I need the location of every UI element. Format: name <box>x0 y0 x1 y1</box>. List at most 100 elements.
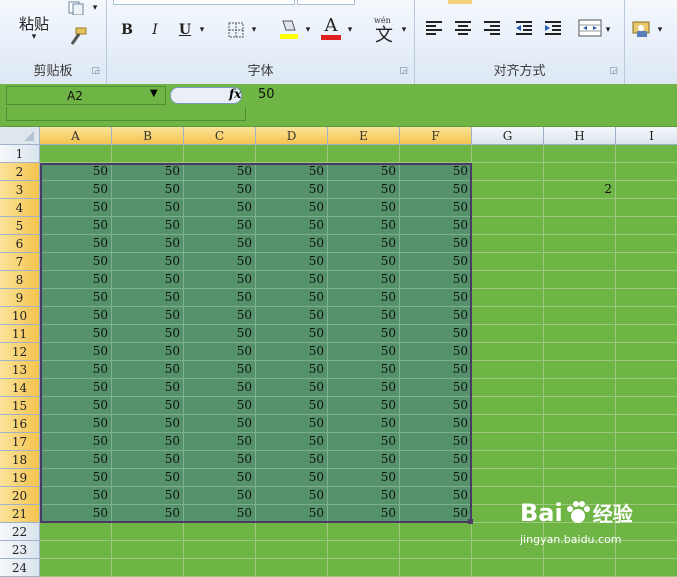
formula-input[interactable]: 50 <box>258 87 275 102</box>
cell-a21[interactable]: 50 <box>40 505 112 523</box>
phonetic-dropdown-icon[interactable]: ▾ <box>399 22 409 38</box>
row-header-20[interactable]: 20 <box>0 487 40 505</box>
cell-a17[interactable]: 50 <box>40 433 112 451</box>
cell-a9[interactable]: 50 <box>40 289 112 307</box>
row-header-16[interactable]: 16 <box>0 415 40 433</box>
cell-h13[interactable] <box>544 361 616 379</box>
decrease-indent-icon[interactable] <box>513 18 535 38</box>
cell-e12[interactable]: 50 <box>328 343 400 361</box>
row-header-2[interactable]: 2 <box>0 163 40 181</box>
column-header-g[interactable]: G <box>472 127 544 145</box>
cell-b17[interactable]: 50 <box>112 433 184 451</box>
number-format-dropdown-icon[interactable]: ▾ <box>655 22 665 38</box>
cell-b24[interactable] <box>112 559 184 577</box>
cell-f19[interactable]: 50 <box>400 469 472 487</box>
cell-f4[interactable]: 50 <box>400 199 472 217</box>
align-center-icon[interactable] <box>452 18 474 38</box>
cell-c22[interactable] <box>184 523 256 541</box>
cell-a20[interactable]: 50 <box>40 487 112 505</box>
italic-button[interactable]: I <box>145 20 165 40</box>
cell-g8[interactable] <box>472 271 544 289</box>
cell-d16[interactable]: 50 <box>256 415 328 433</box>
cell-c2[interactable]: 50 <box>184 163 256 181</box>
column-header-b[interactable]: B <box>112 127 184 145</box>
cell-b21[interactable]: 50 <box>112 505 184 523</box>
cell-e7[interactable]: 50 <box>328 253 400 271</box>
cell-a10[interactable]: 50 <box>40 307 112 325</box>
align-left-icon[interactable] <box>423 18 445 38</box>
cell-f2[interactable]: 50 <box>400 163 472 181</box>
cell-e3[interactable]: 50 <box>328 181 400 199</box>
cell-d6[interactable]: 50 <box>256 235 328 253</box>
cell-b2[interactable]: 50 <box>112 163 184 181</box>
cell-c14[interactable]: 50 <box>184 379 256 397</box>
cell-e6[interactable]: 50 <box>328 235 400 253</box>
cell-c8[interactable]: 50 <box>184 271 256 289</box>
cell-e16[interactable]: 50 <box>328 415 400 433</box>
cell-b23[interactable] <box>112 541 184 559</box>
row-header-12[interactable]: 12 <box>0 343 40 361</box>
cell-i12[interactable] <box>616 343 677 361</box>
cell-g18[interactable] <box>472 451 544 469</box>
cell-c20[interactable]: 50 <box>184 487 256 505</box>
cell-i8[interactable] <box>616 271 677 289</box>
cell-e10[interactable]: 50 <box>328 307 400 325</box>
cell-h17[interactable] <box>544 433 616 451</box>
cell-h18[interactable] <box>544 451 616 469</box>
cell-i2[interactable] <box>616 163 677 181</box>
cell-c13[interactable]: 50 <box>184 361 256 379</box>
cell-b3[interactable]: 50 <box>112 181 184 199</box>
cell-a18[interactable]: 50 <box>40 451 112 469</box>
cell-f6[interactable]: 50 <box>400 235 472 253</box>
cell-a7[interactable]: 50 <box>40 253 112 271</box>
cell-d22[interactable] <box>256 523 328 541</box>
cell-f17[interactable]: 50 <box>400 433 472 451</box>
cell-b10[interactable]: 50 <box>112 307 184 325</box>
cell-g6[interactable] <box>472 235 544 253</box>
cell-e17[interactable]: 50 <box>328 433 400 451</box>
column-header-i[interactable]: I <box>616 127 677 145</box>
cell-c21[interactable]: 50 <box>184 505 256 523</box>
row-header-3[interactable]: 3 <box>0 181 40 199</box>
cell-g4[interactable] <box>472 199 544 217</box>
cell-c7[interactable]: 50 <box>184 253 256 271</box>
cell-a3[interactable]: 50 <box>40 181 112 199</box>
cell-d5[interactable]: 50 <box>256 217 328 235</box>
cell-h2[interactable] <box>544 163 616 181</box>
cell-b7[interactable]: 50 <box>112 253 184 271</box>
cell-f12[interactable]: 50 <box>400 343 472 361</box>
row-header-24[interactable]: 24 <box>0 559 40 577</box>
cell-e22[interactable] <box>328 523 400 541</box>
cell-e4[interactable]: 50 <box>328 199 400 217</box>
row-header-7[interactable]: 7 <box>0 253 40 271</box>
cell-b15[interactable]: 50 <box>112 397 184 415</box>
cell-b20[interactable]: 50 <box>112 487 184 505</box>
cell-a19[interactable]: 50 <box>40 469 112 487</box>
cell-h24[interactable] <box>544 559 616 577</box>
cell-f3[interactable]: 50 <box>400 181 472 199</box>
cell-a5[interactable]: 50 <box>40 217 112 235</box>
cell-e13[interactable]: 50 <box>328 361 400 379</box>
cell-f11[interactable]: 50 <box>400 325 472 343</box>
cell-a13[interactable]: 50 <box>40 361 112 379</box>
row-header-11[interactable]: 11 <box>0 325 40 343</box>
phonetic-guide-icon[interactable]: wén 文 <box>369 14 399 46</box>
cell-f5[interactable]: 50 <box>400 217 472 235</box>
cell-c10[interactable]: 50 <box>184 307 256 325</box>
column-header-f[interactable]: F <box>400 127 472 145</box>
cell-g19[interactable] <box>472 469 544 487</box>
cell-c15[interactable]: 50 <box>184 397 256 415</box>
cell-d8[interactable]: 50 <box>256 271 328 289</box>
cell-g1[interactable] <box>472 145 544 163</box>
cell-f18[interactable]: 50 <box>400 451 472 469</box>
cell-f1[interactable] <box>400 145 472 163</box>
cell-h6[interactable] <box>544 235 616 253</box>
cell-i6[interactable] <box>616 235 677 253</box>
align-right-icon[interactable] <box>481 18 503 38</box>
cell-g13[interactable] <box>472 361 544 379</box>
cell-a6[interactable]: 50 <box>40 235 112 253</box>
cell-d10[interactable]: 50 <box>256 307 328 325</box>
cell-c17[interactable]: 50 <box>184 433 256 451</box>
cell-d2[interactable]: 50 <box>256 163 328 181</box>
cell-c11[interactable]: 50 <box>184 325 256 343</box>
